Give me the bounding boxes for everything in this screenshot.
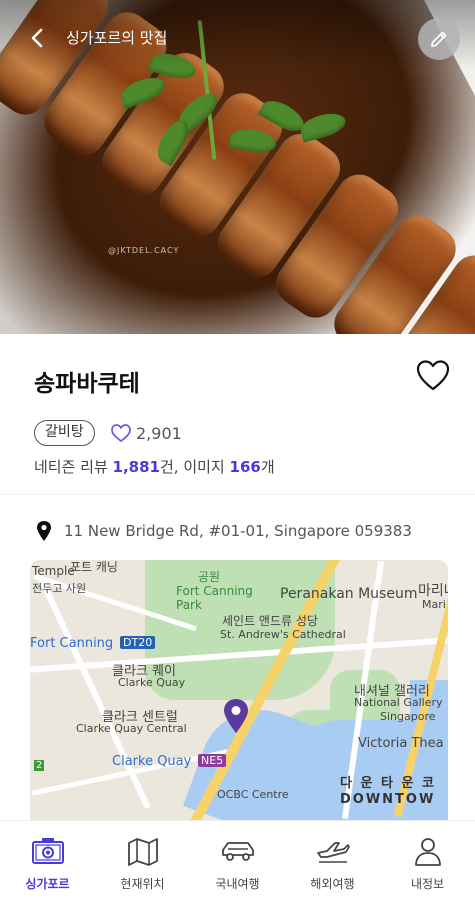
- nav-item-current-location[interactable]: 현재위치: [95, 821, 190, 900]
- map-label-cathedral: St. Andrew's Cathedral: [220, 628, 346, 641]
- nav-label: 현재위치: [120, 877, 165, 891]
- car-icon: [221, 842, 254, 861]
- edit-button[interactable]: [418, 18, 460, 60]
- heart-icon: [416, 360, 450, 391]
- nav-label: 싱가포르: [25, 877, 70, 891]
- hero-photo: @JKTDEL.CACY: [0, 0, 475, 334]
- divider: [0, 494, 475, 495]
- reviews-prefix: 네티즌 리뷰: [34, 458, 113, 476]
- map-icon: [127, 838, 158, 866]
- images-count: 166: [229, 458, 261, 476]
- location-pin-icon: [37, 521, 51, 541]
- map-label-clarke-quay: Clarke Quay: [118, 676, 186, 689]
- restaurant-name: 송파바쿠테: [34, 371, 140, 397]
- map-label-fort-canning-station: Fort Canning: [30, 636, 114, 651]
- map-label-ocbc: OCBC Centre: [217, 788, 289, 801]
- page-title: 싱가포르의 맛집: [66, 29, 168, 47]
- images-suffix: 개: [260, 458, 275, 476]
- airplane-icon: [316, 842, 350, 863]
- map-label-fort-canning: Fort Canning: [176, 584, 253, 598]
- favorite-button[interactable]: [415, 358, 451, 394]
- map-label-peranakan: Peranakan Museum: [280, 586, 418, 602]
- reviews-count: 1,881: [112, 458, 160, 476]
- map-label-temple-sub: 전두고 사원: [32, 582, 87, 595]
- map-label-temple: Temple: [32, 564, 75, 578]
- address-text: 11 New Bridge Rd, #01-01, Singapore 0593…: [64, 522, 412, 540]
- review-stats: 네티즌 리뷰 1,881건, 이미지 166개: [34, 456, 275, 477]
- map-label-downtown: DOWNTOW: [340, 792, 436, 807]
- nav-item-singapore[interactable]: 싱가포르: [0, 821, 95, 900]
- address-row[interactable]: 11 New Bridge Rd, #01-01, Singapore 0593…: [36, 520, 412, 542]
- map-label-gallery: National Gallery: [354, 696, 443, 709]
- map-label-num2: 2: [34, 760, 45, 771]
- nav-item-overseas-travel[interactable]: 해외여행: [285, 821, 380, 900]
- map-label-park-ko: 공원: [198, 570, 221, 584]
- map-label-marina: Mari: [422, 598, 446, 611]
- camera-icon: [31, 838, 64, 864]
- map-label-temple-ko: 포트 캐닝: [70, 560, 118, 574]
- person-icon: [414, 838, 441, 866]
- station-badge-dt20: DT20: [120, 636, 156, 649]
- map-marker-icon[interactable]: [223, 698, 249, 734]
- nav-label: 국내여행: [215, 877, 260, 891]
- location-map[interactable]: 포트 캐닝 Temple 전두고 사원 공원 Fort Canning Park…: [30, 560, 448, 820]
- map-label-clarke-central: Clarke Quay Central: [76, 722, 187, 735]
- back-button[interactable]: [24, 24, 52, 52]
- map-label-cathedral-ko: 세인트 앤드류 성당: [222, 614, 318, 628]
- map-label-victoria: Victoria Thea: [358, 736, 444, 751]
- pencil-icon: [431, 31, 447, 47]
- map-label-downtown-ko: 다 운 타 운 코: [340, 776, 436, 791]
- bottom-navigation: 싱가포르 현재위치 국내여행 해외여행 내정보: [0, 820, 475, 900]
- map-label-park: Park: [176, 598, 202, 612]
- map-label-clarke-station: Clarke Quay: [112, 754, 192, 769]
- restaurant-info: 송파바쿠테 갈비탕 2,901 네티즌 리뷰 1,881건, 이미지 166개 …: [0, 334, 475, 820]
- like-count: 2,901: [110, 423, 182, 443]
- reviews-mid: 건, 이미지: [160, 458, 230, 476]
- nav-label: 해외여행: [310, 877, 355, 891]
- photo-watermark: @JKTDEL.CACY: [108, 246, 180, 255]
- nav-label: 내정보: [410, 877, 445, 891]
- map-label-marina-ko: 마리나: [418, 583, 448, 599]
- like-count-value: 2,901: [136, 423, 182, 443]
- nav-item-my-info[interactable]: 내정보: [380, 821, 475, 900]
- chevron-left-icon: [31, 28, 43, 48]
- map-label-gallery-sub: Singapore: [380, 710, 436, 723]
- station-badge-ne5: NE5: [198, 754, 227, 767]
- category-tag[interactable]: 갈비탕: [34, 420, 95, 446]
- heart-outline-icon: [111, 424, 131, 443]
- nav-item-domestic-travel[interactable]: 국내여행: [190, 821, 285, 900]
